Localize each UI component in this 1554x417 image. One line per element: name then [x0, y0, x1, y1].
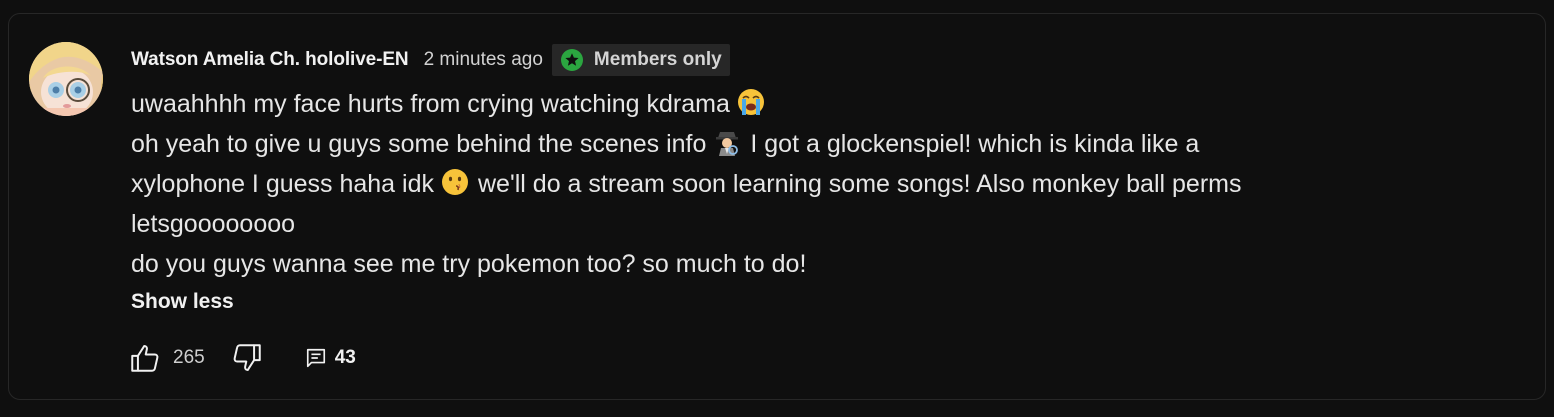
members-only-badge: Members only — [551, 44, 730, 76]
reply-count: 43 — [334, 347, 356, 368]
comment-text: uwaahhhh my face hurts from crying watch… — [131, 84, 1441, 284]
avatar[interactable] — [29, 42, 103, 116]
comment-icon — [306, 348, 325, 368]
comment-line: I got a glockenspiel! which is kinda lik… — [750, 130, 1200, 158]
loudly-crying-face-icon — [737, 89, 764, 115]
badge-label: Members only — [593, 49, 722, 70]
show-less-button[interactable]: Show less — [131, 284, 1505, 320]
detective-icon — [716, 132, 739, 156]
comment-line: xylophone I guess haha idk — [131, 170, 434, 198]
comment-content: Watson Amelia Ch. hololive-EN 2 minutes … — [131, 44, 1505, 320]
star-icon — [560, 49, 583, 71]
comment-line: do you guys wanna see me try pokemon too… — [131, 250, 807, 278]
replies-button[interactable]: 43 — [305, 347, 356, 369]
comment-timestamp[interactable]: 2 minutes ago — [424, 49, 543, 71]
comment-card: Watson Amelia Ch. hololive-EN 2 minutes … — [8, 13, 1546, 400]
shushing-face-icon — [442, 169, 468, 195]
comment-line: oh yeah to give u guys some behind the s… — [131, 130, 707, 158]
comment-actions: 265 43 — [127, 340, 356, 376]
thumbs-up-icon — [131, 344, 159, 372]
like-count: 265 — [173, 347, 205, 368]
comment-line: letsgoooooooo — [131, 210, 296, 238]
comment-line: we'll do a stream soon learning some son… — [478, 170, 1242, 198]
dislike-button[interactable] — [229, 340, 265, 376]
like-button[interactable] — [127, 340, 163, 376]
author-name[interactable]: Watson Amelia Ch. hololive-EN — [131, 49, 409, 71]
comment-line: uwaahhhh my face hurts from crying watch… — [131, 90, 730, 118]
comment-header: Watson Amelia Ch. hololive-EN 2 minutes … — [131, 44, 1505, 76]
thumbs-down-icon — [233, 344, 261, 372]
